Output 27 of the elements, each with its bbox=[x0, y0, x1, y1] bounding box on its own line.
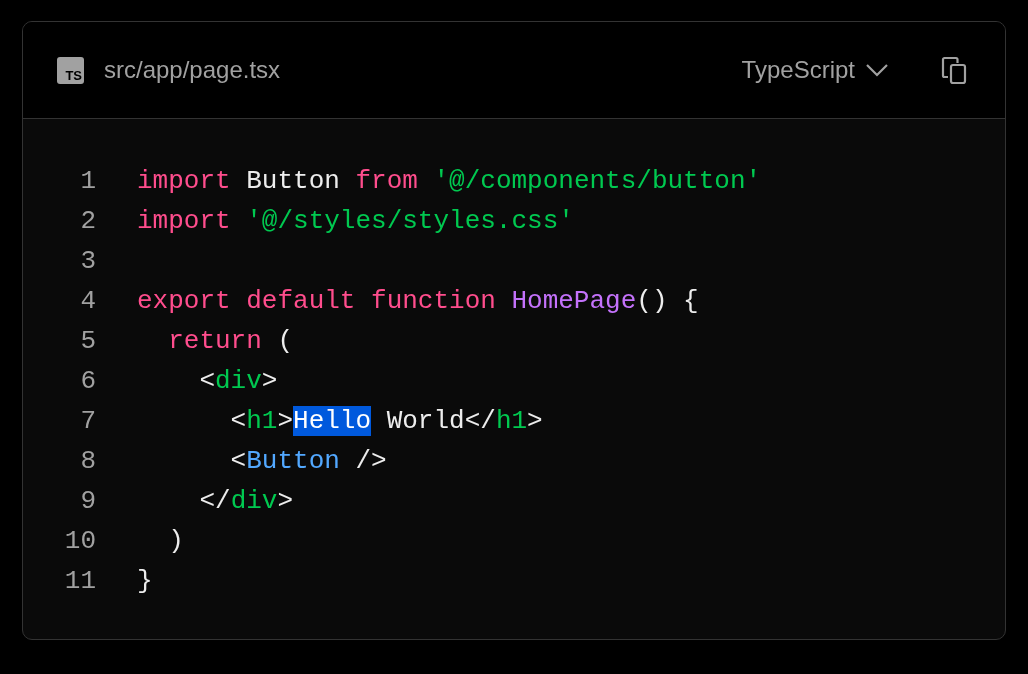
copy-button[interactable] bbox=[939, 55, 969, 85]
line-number: 11 bbox=[63, 566, 96, 596]
code-line: return ( bbox=[167, 326, 294, 356]
line-number: 6 bbox=[79, 366, 96, 396]
copy-icon bbox=[939, 55, 969, 85]
code-line: </div> bbox=[198, 486, 294, 516]
typescript-file-icon: TS bbox=[57, 56, 84, 84]
chevron-down-icon bbox=[865, 63, 889, 77]
line-number: 10 bbox=[63, 526, 96, 556]
line-number: 3 bbox=[79, 246, 96, 276]
code-line: } bbox=[137, 566, 153, 596]
code-line: export default function HomePage() { bbox=[137, 286, 699, 316]
code-line: <div> bbox=[198, 366, 278, 396]
line-number: 1 bbox=[79, 166, 96, 196]
code-line: <h1>Hello World</h1> bbox=[229, 406, 543, 436]
code-line: import Button from '@/components/button' bbox=[137, 166, 762, 196]
line-number: 4 bbox=[79, 286, 96, 316]
file-path: src/app/page.tsx bbox=[104, 56, 281, 84]
line-number: 9 bbox=[79, 486, 96, 516]
code-line: ) bbox=[167, 526, 184, 556]
language-dropdown[interactable]: TypeScript bbox=[741, 56, 889, 84]
code-line: <Button /> bbox=[229, 446, 387, 476]
line-number: 5 bbox=[79, 326, 96, 356]
code-line: import '@/styles/styles.css' bbox=[137, 206, 574, 236]
line-number: 8 bbox=[79, 446, 96, 476]
line-number: 2 bbox=[79, 206, 96, 236]
line-number: 7 bbox=[79, 406, 96, 436]
